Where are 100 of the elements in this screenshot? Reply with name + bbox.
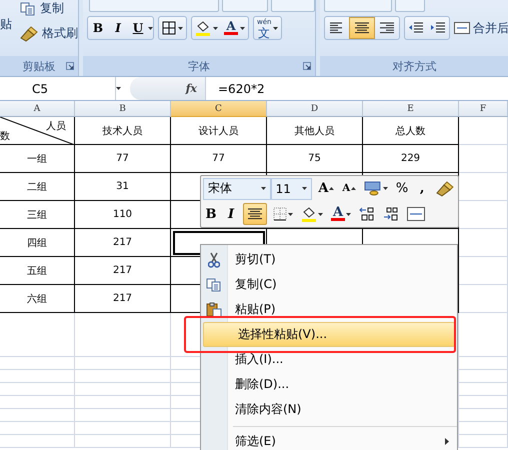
column-header[interactable]: B (75, 101, 171, 117)
table-cell: 75 (267, 145, 363, 173)
paste-label[interactable]: 贴 (0, 16, 12, 33)
bold-button[interactable]: B (88, 17, 108, 39)
copy-icon (206, 278, 222, 292)
name-box[interactable]: C5 (0, 77, 116, 100)
percent-button[interactable]: % (394, 178, 410, 200)
table-cell (459, 422, 508, 435)
up-caret-icon (329, 187, 334, 190)
menu-item[interactable]: 清除内容(N) (201, 397, 457, 422)
caret-icon (148, 26, 153, 30)
comma-button[interactable]: , (414, 178, 430, 200)
header-cell: 其他人员 (267, 117, 363, 145)
italic-button[interactable]: I (223, 203, 239, 226)
caret-icon (260, 187, 266, 190)
menu-item[interactable]: 选择性粘贴(V)... (203, 322, 455, 347)
coins-icon (364, 180, 382, 197)
table-cell: 五组 (0, 257, 75, 285)
dropdown-caret-icon (116, 87, 121, 90)
table-cell: 二组 (0, 173, 75, 201)
table-cell (459, 435, 508, 448)
caret-icon (213, 26, 218, 30)
column-header[interactable]: C (171, 101, 267, 117)
table-cell (459, 370, 508, 383)
center-button[interactable] (243, 203, 267, 226)
table-cell: 77 (75, 145, 171, 173)
table-cell: 31 (75, 173, 171, 201)
underline-button[interactable]: U (128, 17, 148, 39)
caret-icon (346, 212, 351, 216)
caret-icon (240, 26, 245, 30)
paint-bucket-icon (301, 206, 317, 222)
brush-icon (436, 180, 454, 197)
copy-icon (20, 2, 36, 16)
menu-item[interactable]: 删除(D)... (201, 372, 457, 397)
header-text: 人员 (46, 120, 66, 133)
caret-icon (302, 187, 308, 190)
shrink-font-button[interactable]: A (340, 178, 358, 200)
table-cell: 四组 (0, 229, 75, 257)
up-caret-icon (351, 187, 356, 190)
align-right-icon (378, 22, 396, 34)
header-cell: 技术人员 (75, 117, 171, 145)
align-center-icon (246, 208, 264, 220)
column-header[interactable]: F (459, 101, 508, 117)
font-name-field[interactable] (89, 0, 219, 12)
table-cell: 229 (363, 145, 459, 173)
table-cell: 六组 (0, 285, 75, 313)
align-center-icon (353, 22, 371, 34)
grow-font-button[interactable]: A (316, 178, 336, 200)
caret-icon (382, 187, 388, 190)
table-cell (459, 357, 508, 370)
align-center-button[interactable] (349, 17, 375, 39)
font-size-field[interactable] (222, 0, 268, 12)
table-cell: 110 (75, 201, 171, 229)
caret-icon (273, 26, 278, 30)
column-header[interactable]: D (267, 101, 363, 117)
clipboard-icon (206, 302, 222, 318)
font-field[interactable]: 宋体 (203, 178, 271, 200)
color-bar-icon (331, 218, 345, 222)
header-text: 数 (0, 130, 10, 143)
table-cell (459, 117, 508, 145)
launcher-icon[interactable] (66, 62, 74, 70)
table-cell: 三组 (0, 201, 75, 229)
merge-icon (407, 207, 425, 222)
color-bar-icon (224, 32, 238, 35)
menu-item[interactable]: 筛选(E) (201, 429, 457, 450)
menu-item[interactable]: 复制(C) (201, 272, 457, 297)
size-field[interactable]: 11 (270, 178, 312, 200)
header-cell: 总人数 (363, 117, 459, 145)
table-cell (459, 145, 508, 173)
table-cell: 77 (171, 145, 267, 173)
caret-icon (318, 212, 323, 216)
caret-icon (288, 212, 293, 216)
font-color-button[interactable]: A (329, 203, 353, 226)
font-color-button[interactable]: A (221, 17, 248, 39)
table-cell: 一组 (0, 145, 75, 173)
merge-icon (454, 22, 470, 34)
column-header[interactable]: A (0, 101, 75, 117)
table-cell (459, 285, 508, 313)
copy-button[interactable]: 复制 (20, 0, 78, 17)
menu-item[interactable]: 插入(I)... (201, 347, 457, 372)
formula-field[interactable]: =620*2 (206, 77, 265, 100)
group-label: 剪贴板 (22, 58, 56, 74)
table-cell: 217 (75, 285, 171, 313)
paint-bucket-icon (195, 20, 211, 36)
launcher-icon[interactable] (303, 62, 311, 70)
bold-button[interactable]: B (203, 203, 219, 226)
menu-item[interactable]: 粘贴(P) (201, 297, 457, 322)
menu-item[interactable]: 剪切(T) (201, 247, 457, 272)
insert-function-button[interactable]: fx (186, 82, 197, 95)
column-header[interactable]: E (363, 101, 459, 117)
decimal-icon (359, 207, 375, 222)
scissors-icon (208, 252, 220, 268)
table-cell (459, 313, 508, 357)
table-cell: 217 (75, 229, 171, 257)
italic-button[interactable]: I (108, 17, 128, 39)
indent-icon (430, 22, 446, 34)
grid-icon (162, 21, 176, 35)
brush-icon (20, 26, 38, 42)
indent-icon (408, 22, 424, 34)
format-painter-button[interactable]: 格式刷 (20, 25, 78, 42)
